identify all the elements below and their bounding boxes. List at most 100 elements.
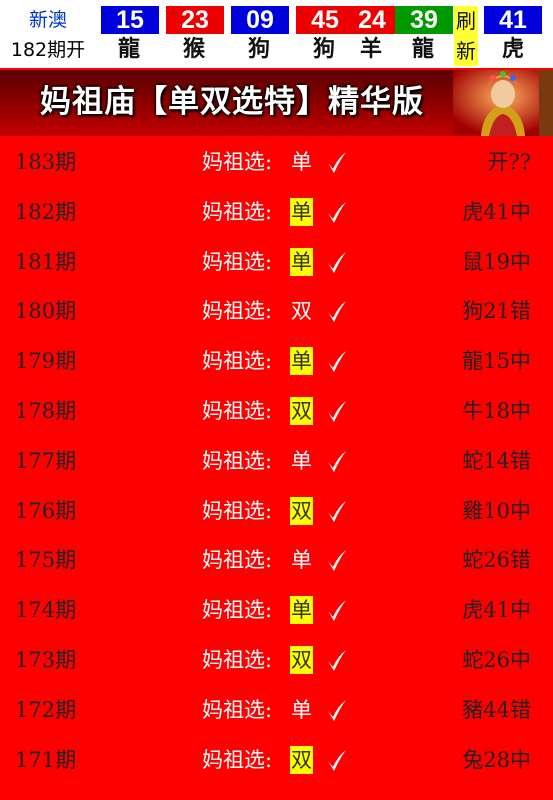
check-icon [328, 600, 346, 622]
record-pick-label: 妈祖选: [202, 150, 273, 174]
record-pick-label: 妈祖选: [202, 598, 273, 623]
ball-number: 09 [231, 6, 289, 34]
record-result: 蛇26中 [462, 647, 531, 672]
record-period: 178期 [15, 398, 77, 423]
record-period: 175期 [15, 548, 77, 573]
mazu-portrait-image [453, 70, 553, 136]
record-result: 牛18中 [462, 398, 531, 423]
check-icon [328, 699, 346, 721]
refresh-label-1: 刷 [456, 9, 476, 33]
record-period: 182期 [15, 199, 77, 224]
check-icon [328, 749, 346, 771]
ball-zodiac: 龍 [117, 37, 140, 62]
record-row: 179期 妈祖选: 单 龍15中 [0, 337, 553, 387]
banner-title: 妈祖庙【单双选特】精华版 [40, 84, 424, 120]
check-icon [328, 550, 346, 572]
record-result: 狗21错 [462, 299, 531, 324]
check-icon [328, 251, 346, 273]
record-result: 豬44错 [462, 697, 531, 722]
record-pick: 单 [290, 347, 313, 376]
record-pick-label: 妈祖选: [202, 448, 273, 473]
record-row: 180期 妈祖选: 双 狗21错 [0, 287, 553, 337]
ball-zodiac: 狗 [247, 37, 270, 62]
ball-zodiac: 虎 [501, 37, 524, 62]
record-period: 172期 [15, 697, 77, 722]
record-result: 兔28中 [462, 747, 531, 772]
record-pick: 单 [290, 197, 313, 226]
record-row: 177期 妈祖选: 单 蛇14错 [0, 437, 553, 487]
record-pick: 单 [290, 247, 313, 276]
record-result: 雞10中 [462, 498, 531, 523]
issue-info: 新澳 182期开 [0, 0, 96, 68]
record-pick-label: 妈祖选: [202, 349, 273, 374]
record-period: 176期 [15, 498, 77, 523]
record-row: 178期 妈祖选: 双 牛18中 [0, 387, 553, 437]
record-pick-label: 妈祖选: [202, 747, 273, 772]
record-period: 171期 [15, 747, 77, 772]
record-pick: 单 [291, 448, 312, 473]
record-pick: 单 [291, 548, 312, 573]
record-pick: 双 [290, 645, 313, 674]
draw-ball-1: 15 龍 [97, 0, 161, 68]
prediction-records: 183期 妈祖选: 单 开?? 182期 妈祖选: 单 虎41中 181期 妈祖… [0, 138, 553, 785]
ball-number: 23 [166, 6, 224, 34]
record-period: 183期 [15, 150, 77, 174]
draw-ball-3: 09 狗 [227, 0, 291, 68]
record-row: 173期 妈祖选: 双 蛇26中 [0, 636, 553, 686]
record-result: 蛇26错 [462, 548, 531, 573]
record-pick-label: 妈祖选: [202, 199, 273, 224]
refresh-button[interactable]: 刷 新 [454, 6, 478, 66]
lottery-result-bar: 新澳 182期开 15 龍 23 猴 09 狗 45 狗 24 羊 39 龍 刷… [0, 0, 553, 68]
ball-number: 39 [395, 6, 453, 34]
record-pick: 双 [290, 496, 313, 525]
title-banner: 妈祖庙【单双选特】精华版 [0, 70, 553, 136]
check-icon [328, 450, 346, 472]
record-period: 179期 [15, 349, 77, 374]
issue-region[interactable]: 新澳 [0, 8, 96, 32]
record-pick-label: 妈祖选: [202, 498, 273, 523]
record-result: 虎41中 [462, 199, 531, 224]
ball-zodiac: 猴 [182, 37, 205, 62]
record-result: 开?? [487, 150, 531, 174]
record-row: 172期 妈祖选: 单 豬44错 [0, 686, 553, 736]
ball-zodiac: 龍 [411, 37, 434, 62]
record-result: 蛇14错 [462, 448, 531, 473]
record-result: 龍15中 [462, 349, 531, 374]
refresh-label-2: 新 [456, 39, 476, 63]
record-row: 182期 妈祖选: 单 虎41中 [0, 188, 553, 238]
record-pick: 单 [290, 596, 313, 625]
check-icon [328, 152, 346, 173]
check-icon [328, 351, 346, 373]
draw-ball-6: 39 龍 [391, 0, 455, 68]
record-row: 181期 妈祖选: 单 鼠19中 [0, 238, 553, 288]
record-pick: 双 [290, 745, 313, 774]
record-pick: 单 [291, 150, 312, 174]
check-icon [328, 500, 346, 522]
ball-number: 41 [484, 6, 542, 34]
draw-ball-2: 23 猴 [162, 0, 226, 68]
record-pick: 双 [291, 299, 312, 324]
record-period: 181期 [15, 249, 77, 274]
record-row: 174期 妈祖选: 单 虎41中 [0, 586, 553, 636]
record-row: 171期 妈祖选: 双 兔28中 [0, 736, 553, 786]
check-icon [328, 649, 346, 671]
record-pick-label: 妈祖选: [202, 548, 273, 573]
record-period: 174期 [15, 598, 77, 623]
check-icon [328, 301, 346, 323]
record-result: 虎41中 [462, 598, 531, 623]
check-icon [328, 400, 346, 422]
record-period: 180期 [15, 299, 77, 324]
record-pick-label: 妈祖选: [202, 647, 273, 672]
record-period: 177期 [15, 448, 77, 473]
record-period: 173期 [15, 647, 77, 672]
record-pick: 单 [291, 697, 312, 722]
issue-period: 182期开 [10, 39, 86, 61]
check-icon [328, 201, 346, 223]
record-row: 175期 妈祖选: 单 蛇26错 [0, 536, 553, 586]
ball-number: 15 [101, 6, 159, 34]
record-pick-label: 妈祖选: [202, 697, 273, 722]
record-result: 鼠19中 [462, 249, 531, 274]
record-pick: 双 [290, 396, 313, 425]
draw-ball-special: 41 虎 [478, 0, 548, 68]
record-pick-label: 妈祖选: [202, 299, 273, 324]
